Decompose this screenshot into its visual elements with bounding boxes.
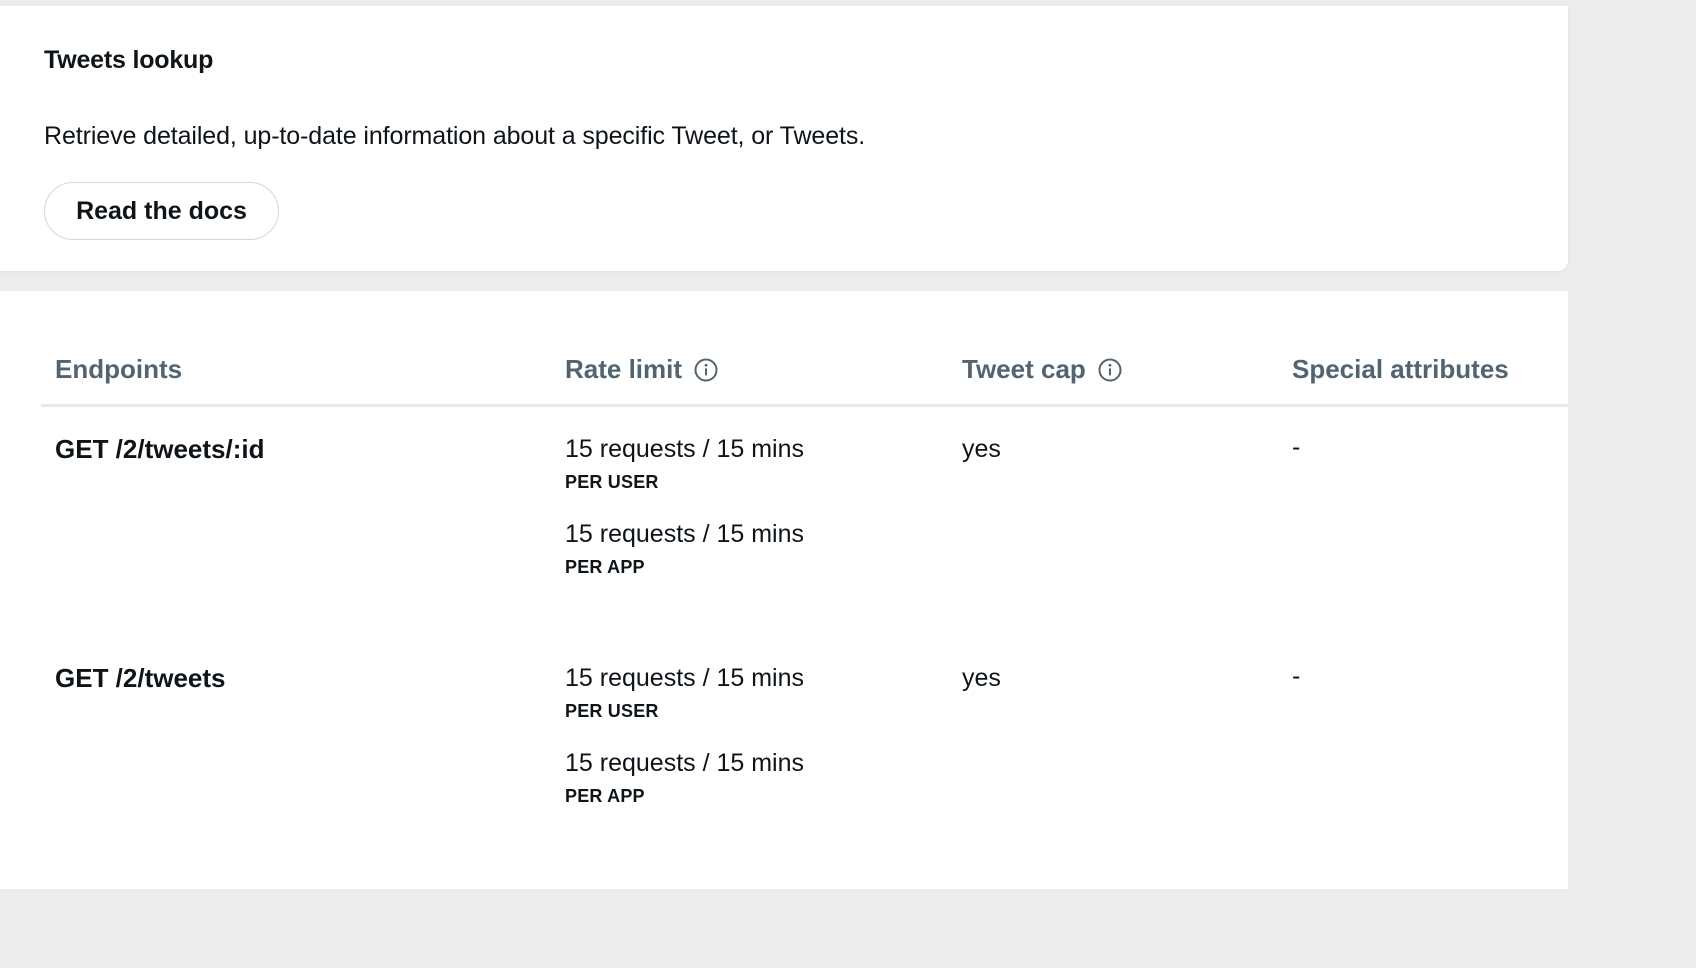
rate-limit-scope: PER APP: [565, 557, 645, 577]
header-special-attributes: Special attributes: [1292, 354, 1509, 385]
rate-limit-scope: PER APP: [565, 786, 645, 806]
special-attributes-cell: -: [1292, 433, 1301, 461]
header-rate-limit-label: Rate limit: [565, 354, 683, 384]
table-header: Endpoints Rate limit Tweet cap Special a…: [0, 344, 1568, 406]
rate-limit-value: 15 requests / 15 mins: [565, 520, 805, 548]
header-special-attributes-label: Special attributes: [1292, 354, 1509, 384]
rate-limit-value: 15 requests / 15 mins: [565, 435, 805, 463]
rate-limit-value: 15 requests / 15 mins: [565, 749, 805, 777]
header-rate-limit: Rate limit: [565, 354, 718, 385]
endpoint-cell: GET /2/tweets/:id: [55, 434, 265, 464]
endpoint-cell: GET /2/tweets: [55, 663, 226, 693]
rate-limit-scope: PER USER: [565, 701, 659, 721]
section-card: Tweets lookup Retrieve detailed, up-to-d…: [0, 6, 1568, 271]
rate-limit-info-icon[interactable]: [694, 358, 718, 382]
table-header-divider: [41, 404, 1568, 407]
tweet-cap-info-icon[interactable]: [1098, 358, 1122, 382]
section-title: Tweets lookup: [44, 46, 214, 74]
header-tweet-cap-label: Tweet cap: [962, 354, 1086, 384]
rate-limit-value: 15 requests / 15 mins: [565, 664, 805, 692]
read-the-docs-button[interactable]: Read the docs: [44, 182, 279, 240]
header-endpoints-label: Endpoints: [55, 354, 183, 384]
tweet-cap-cell: yes: [962, 435, 1001, 463]
special-attributes-cell: -: [1292, 662, 1301, 690]
section-description: Retrieve detailed, up-to-date informatio…: [44, 122, 866, 150]
tweet-cap-cell: yes: [962, 664, 1001, 692]
rate-limit-scope: PER USER: [565, 472, 659, 492]
header-tweet-cap: Tweet cap: [962, 354, 1122, 385]
header-endpoints: Endpoints: [55, 354, 182, 385]
